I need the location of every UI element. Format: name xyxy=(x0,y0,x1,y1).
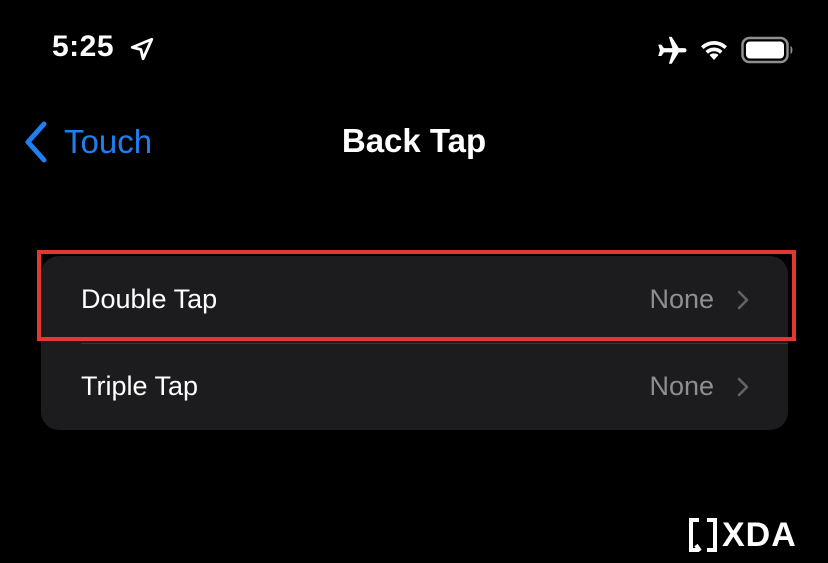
battery-icon xyxy=(741,36,793,64)
chevron-right-icon xyxy=(737,290,749,309)
double-tap-value: None xyxy=(649,284,714,314)
page-title: Back Tap xyxy=(341,122,487,159)
double-tap-row[interactable]: Double Tap None xyxy=(41,256,788,343)
triple-tap-label: Triple Tap xyxy=(81,371,199,401)
watermark-text: XDA xyxy=(722,515,797,554)
airplane-icon xyxy=(658,36,687,64)
wifi-icon xyxy=(701,40,727,60)
double-tap-label: Double Tap xyxy=(81,284,218,314)
navigation-bar: Touch Back Tap xyxy=(0,100,828,188)
chevron-right-icon xyxy=(737,377,749,396)
back-tap-options-list: Double Tap None Triple Tap None xyxy=(41,256,788,430)
status-bar: 5:25 xyxy=(0,0,828,100)
triple-tap-value: None xyxy=(649,371,714,401)
status-time: 5:25 xyxy=(52,30,115,63)
xda-watermark: XDA xyxy=(688,515,797,555)
xda-logo-icon xyxy=(689,518,717,553)
triple-tap-row[interactable]: Triple Tap None xyxy=(41,343,788,430)
location-icon xyxy=(130,37,154,61)
